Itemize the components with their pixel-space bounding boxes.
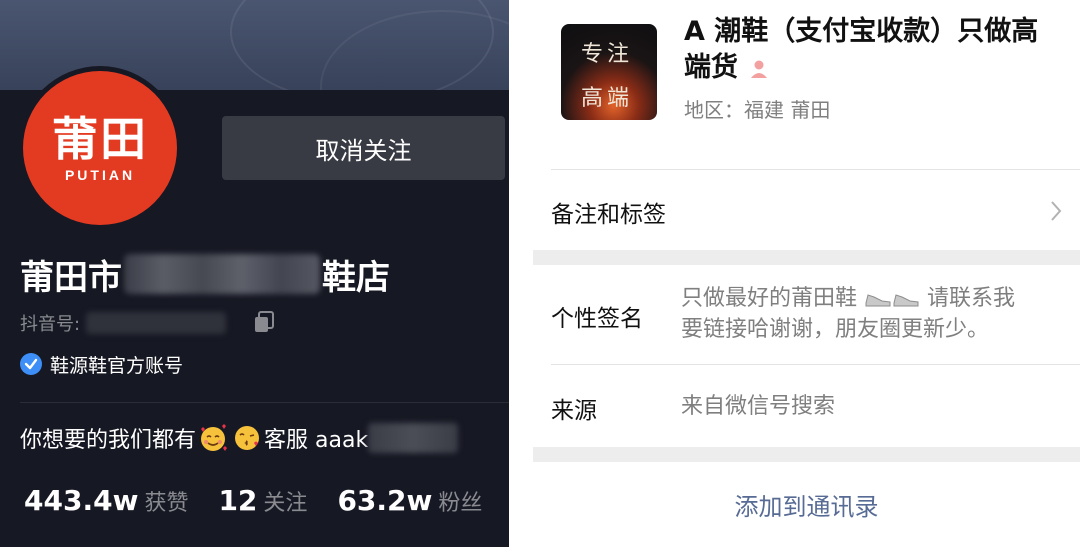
likes-label: 获赞 <box>144 491 189 516</box>
signature-value: 只做最好的莆田鞋 请联系我 要链接哈谢谢，朋友圈更新少。 <box>681 283 1061 345</box>
region: 地区：福建 莆田 <box>684 98 831 122</box>
avatar-text-line1: 专注 <box>581 42 634 67</box>
stats-row: 443.4w 获赞 12 关注 63.2w 粉丝 <box>24 484 482 524</box>
contact-name: A 潮鞋（支付宝收款）只做高端货 <box>684 14 1064 86</box>
following-count[interactable]: 12 <box>218 484 257 517</box>
blurred-id <box>86 312 227 334</box>
douyin-id-label: 抖音号: <box>20 314 81 335</box>
add-to-contacts-button[interactable]: 添加到通讯录 <box>533 462 1080 547</box>
divider <box>20 402 509 403</box>
avatar-logo-en: PUTIAN <box>64 167 136 183</box>
likes-count: 443.4w <box>24 484 139 517</box>
contact-name-text: A 潮鞋（支付宝收款）只做高端货 <box>684 16 1039 83</box>
douyin-id-row: 抖音号: <box>20 308 227 338</box>
smiling-hearts-emoji-icon <box>201 424 228 451</box>
wechat-contact-panel: 专注 高端 A 潮鞋（支付宝收款）只做高端货 地区：福建 莆田 备注和标签 个性… <box>533 0 1080 547</box>
bio-service: 客服 aaak <box>264 428 369 453</box>
avatar-logo-cn: 莆田 <box>52 112 148 166</box>
signature-line1b: 请联系我 <box>927 286 1016 311</box>
signature-label: 个性签名 <box>551 306 643 332</box>
sneaker-icon <box>893 294 919 307</box>
chevron-right-icon <box>1051 201 1062 221</box>
shop-name: 莆田市 鞋店 <box>20 250 390 298</box>
remark-tags-row[interactable]: 备注和标签 <box>533 170 1080 250</box>
followers-count[interactable]: 63.2w <box>337 484 432 517</box>
verified-check-icon <box>20 353 42 375</box>
sneaker-icon <box>865 294 891 307</box>
bio: 你想要的我们都有 客服 aaak <box>20 420 459 456</box>
blurred-contact <box>368 423 459 453</box>
contact-header-card: 专注 高端 A 潮鞋（支付宝收款）只做高端货 地区：福建 莆田 备注和标签 <box>533 0 1080 250</box>
unfollow-button[interactable]: 取消关注 <box>222 116 505 180</box>
source-label: 来源 <box>551 398 597 424</box>
avatar-text-line2: 高端 <box>581 86 634 111</box>
signature-line1: 只做最好的莆田鞋 <box>681 286 858 311</box>
blurred-name <box>124 254 320 294</box>
remark-tags-label: 备注和标签 <box>551 202 666 228</box>
bio-text: 你想要的我们都有 <box>20 428 197 453</box>
following-label[interactable]: 关注 <box>263 485 307 517</box>
gender-person-icon <box>751 60 767 78</box>
verified-label: 鞋源鞋官方账号 <box>50 354 184 377</box>
signature-line2: 要链接哈谢谢，朋友圈更新少。 <box>681 317 990 342</box>
copy-icon[interactable] <box>252 310 276 334</box>
avatar[interactable]: 莆田 PUTIAN <box>18 66 182 230</box>
putian-logo: 莆田 PUTIAN <box>23 71 177 225</box>
source-row: 来源 来自微信号搜索 <box>533 365 1080 447</box>
contact-avatar[interactable]: 专注 高端 <box>561 24 657 120</box>
shop-name-prefix: 莆田市 <box>20 257 122 298</box>
verified-row: 鞋源鞋官方账号 <box>20 350 183 378</box>
douyin-profile-panel: 莆田 PUTIAN 取消关注 莆田市 鞋店 抖音号: 鞋源鞋官方账号 你想要的我… <box>0 0 509 547</box>
source-value: 来自微信号搜索 <box>681 394 836 419</box>
kissing-emoji-icon <box>235 426 260 450</box>
signature-row: 个性签名 只做最好的莆田鞋 请联系我 要链接哈谢谢，朋友圈更新少。 <box>533 265 1080 365</box>
shop-name-suffix: 鞋店 <box>322 257 390 298</box>
followers-label[interactable]: 粉丝 <box>438 485 482 517</box>
